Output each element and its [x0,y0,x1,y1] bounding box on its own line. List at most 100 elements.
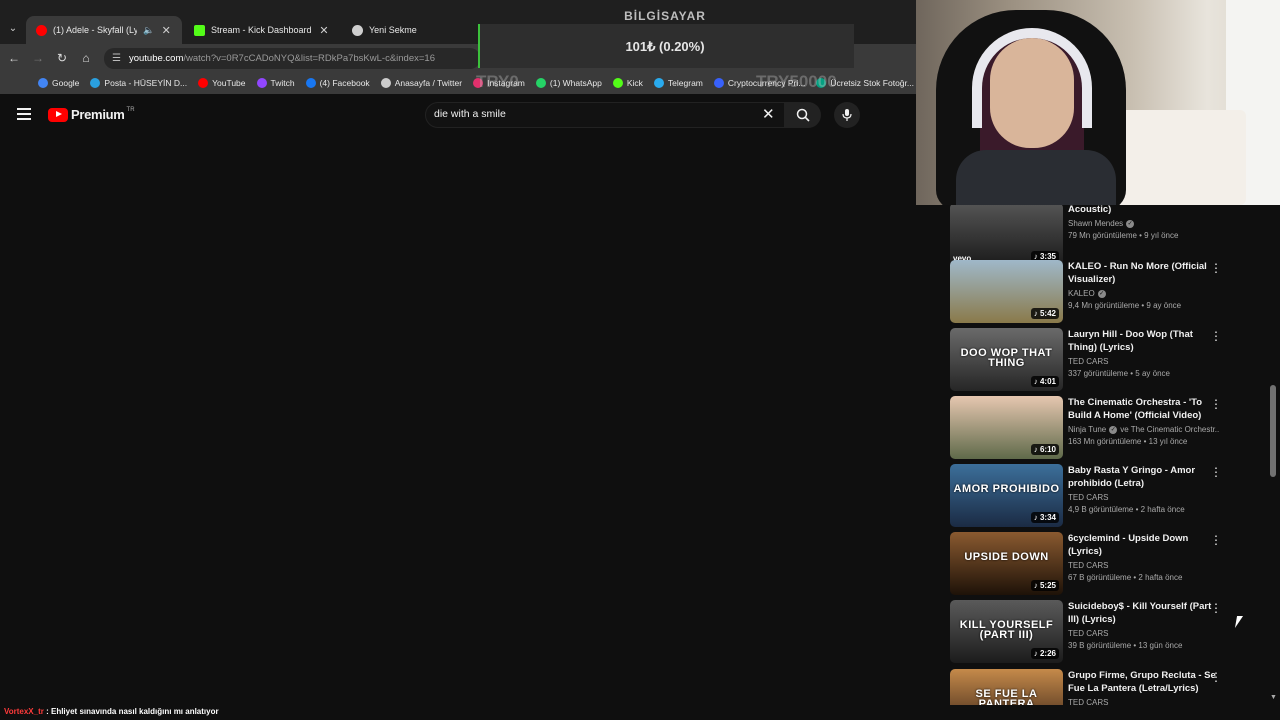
bookmark-item[interactable]: (1) WhatsApp [535,78,602,88]
channel-name[interactable]: TED CARS [1068,629,1108,638]
thumbnail-text: DOO WOP THAT THING [960,347,1053,369]
clear-icon[interactable]: ✕ [762,105,775,123]
country-code: TR [126,106,135,113]
duration-text: 4:01 [1039,377,1056,386]
url-path: /watch?v=0R7cCADoNYQ&list=RDkPa7bsKwL-c&… [183,53,435,64]
video-thumbnail[interactable]: KILL YOURSELF (PART III) ♪ 2:26 [950,600,1063,663]
channel-name[interactable]: KALEO [1068,289,1095,298]
video-title[interactable]: KALEO - Run No More (Official Visualizer… [1068,260,1220,286]
video-title[interactable]: The Cinematic Orchestra - 'To Build A Ho… [1068,396,1220,422]
scrollbar-thumb[interactable] [1270,385,1276,477]
channel-name[interactable]: TED CARS [1068,561,1108,570]
channel-line: Ninja Tune ✓ ve The Cinematic Orchestr... [1068,425,1220,434]
video-meta: Lauryn Hill - Doo Wop (That Thing) (Lyri… [1068,328,1220,378]
more-options-icon[interactable]: ⋮ [1210,534,1222,548]
video-title[interactable]: Suicideboy$ - Kill Yourself (Part III) (… [1068,600,1220,626]
reload-icon[interactable]: ↻ [54,50,70,66]
menu-icon[interactable] [17,108,31,120]
channel-line: TED CARS [1068,357,1220,366]
channel-name[interactable]: TED CARS [1068,493,1108,502]
youtube-logo[interactable]: Premium TR [48,107,135,122]
channel-line: TED CARS [1068,629,1220,638]
bookmark-label: Kick [626,78,643,88]
video-thumbnail[interactable]: UPSIDE DOWN ♪ 5:25 [950,532,1063,595]
bookmark-item[interactable]: Anasayfa / Twitter [380,78,462,88]
recommendation-item[interactable]: ♪ 5:42 KALEO - Run No More (Official Visu… [950,260,1230,324]
bookmark-item[interactable]: (4) Facebook [305,78,370,88]
youtube-play-icon [48,107,68,122]
more-options-icon[interactable]: ⋮ [1210,602,1222,616]
video-title[interactable]: 6cyclemind - Upside Down (Lyrics) [1068,532,1220,558]
video-thumbnail[interactable]: AMOR PROHIBIDO ♪ 3:34 [950,464,1063,527]
verified-check-icon: ✓ [1097,289,1106,298]
home-icon[interactable]: ⌂ [78,50,94,66]
recommendation-item[interactable]: DOO WOP THAT THING ♪ 4:01 Lauryn Hill - Do… [950,328,1230,392]
video-title[interactable]: Grupo Firme, Grupo Recluta - Se Fue La P… [1068,669,1220,695]
address-bar[interactable]: ☰ youtube.com /watch?v=0R7cCADoNYQ&list=… [104,48,480,69]
channel-name[interactable]: TED CARS [1068,698,1108,705]
video-thumbnail[interactable]: ♪ 6:10 [950,396,1063,459]
tab-close-icon[interactable]: ✕ [318,24,330,37]
bookmark-item[interactable]: Telegram [653,78,703,88]
video-stats: 79 Mn görüntüleme • 9 yıl önce [1068,231,1179,240]
forward-arrow-icon[interactable]: → [30,50,46,66]
more-options-icon[interactable]: ⋮ [1210,330,1222,344]
more-options-icon[interactable]: ⋮ [1210,398,1222,412]
video-title[interactable]: Baby Rasta Y Gringo - Amor prohibido (Le… [1068,464,1220,490]
tab-new-tab[interactable]: Yeni Sekme [342,16,472,44]
chat-text: : Ehliyet sınavında nasıl kaldığını mı a… [43,707,219,716]
chrome-favicon-icon [352,24,363,36]
channel-line: TED CARS [1068,698,1220,705]
more-options-icon[interactable]: ⋮ [1210,466,1222,480]
voice-search-button[interactable] [834,102,860,128]
bookmark-item[interactable]: Kick [612,78,643,88]
tab-search-chevron-icon[interactable]: ⌄ [5,20,21,38]
recommendation-item[interactable]: SE FUE LA PANTERA Grupo Firme, Grupo Recl… [950,669,1230,705]
video-thumbnail[interactable]: SE FUE LA PANTERA [950,669,1063,705]
search-input[interactable] [434,108,734,120]
overlay-title: BİLGİSAYAR [624,9,706,23]
channel-name[interactable]: Shawn Mendes [1068,219,1123,228]
video-title[interactable]: Lauryn Hill - Doo Wop (That Thing) (Lyri… [1068,328,1220,354]
tab-youtube[interactable]: (1) Adele - Skyfall (Lyrics) - 🔈 ✕ [26,16,182,44]
video-title[interactable]: Acoustic) [1068,205,1220,216]
bookmark-label: Telegram [667,78,703,88]
channel-name[interactable]: Ninja Tune [1068,425,1106,434]
more-options-icon[interactable]: ⋮ [1210,671,1222,685]
bookmark-item[interactable]: Twitch [256,78,295,88]
recommendation-item[interactable]: vevo ♪ 3:35 Acoustic) Shawn Mendes ✓ 79 Mn gö… [950,205,1230,267]
back-arrow-icon[interactable]: ← [6,50,22,66]
bookmark-item[interactable]: YouTube [198,78,246,88]
speaker-icon[interactable]: 🔈 [143,25,154,36]
recommendation-item[interactable]: UPSIDE DOWN ♪ 5:25 6cyclemind - Upside Dow… [950,532,1230,596]
recommendation-item[interactable]: AMOR PROHIBIDO ♪ 3:34 Baby Rasta Y Gringo … [950,464,1230,528]
channel-name[interactable]: TED CARS [1068,357,1108,366]
video-thumbnail[interactable]: DOO WOP THAT THING ♪ 4:01 [950,328,1063,391]
recommendation-item[interactable]: ♪ 6:10 The Cinematic Orchestra - 'To Buil… [950,396,1230,460]
video-stats: 4,9 B görüntüleme • 2 hafta önce [1068,505,1185,514]
tab-close-icon[interactable]: ✕ [161,24,173,37]
bookmark-favicon-icon [38,78,48,88]
video-meta: Baby Rasta Y Gringo - Amor prohibido (Le… [1068,464,1220,514]
bookmark-favicon-icon [535,78,546,88]
recommendation-item[interactable]: KILL YOURSELF (PART III) ♪ 2:26 Suicideboy… [950,600,1230,664]
duration-text: 5:42 [1039,309,1056,318]
video-thumbnail[interactable]: vevo ♪ 3:35 [950,205,1063,266]
video-thumbnail[interactable]: ♪ 5:42 [950,260,1063,323]
tab-title: Yeni Sekme [369,25,417,35]
youtube-favicon-icon [36,24,47,36]
video-stats: 9,4 Mn görüntüleme • 9 ay önce [1068,301,1182,310]
duration-badge: ♪ 3:34 [1030,512,1059,523]
logo-text: Premium [71,107,125,122]
channel-extra: ve The Cinematic Orchestr... [1120,425,1220,434]
bookmark-item[interactable]: Google [38,78,79,88]
more-options-icon[interactable]: ⋮ [1210,262,1222,276]
tab-kick-dashboard[interactable]: Stream - Kick Dashboard ✕ [184,16,340,44]
bookmark-item[interactable]: Posta - HÜSEYİN D... [90,78,187,88]
site-info-icon[interactable]: ☰ [112,53,121,64]
search-icon [796,108,810,122]
channel-line: KALEO ✓ [1068,289,1220,298]
search-button[interactable] [785,102,821,128]
scroll-down-arrow-icon[interactable]: ▼ [1270,694,1277,701]
chat-message: VortexX_tr : Ehliyet sınavında nasıl kal… [4,707,219,716]
